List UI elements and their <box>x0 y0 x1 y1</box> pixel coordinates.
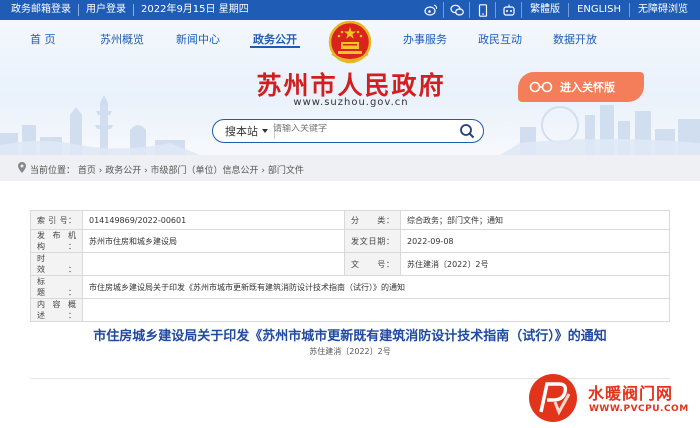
category-label: 分 类： <box>344 210 401 230</box>
document-title: 市住房城乡建设局关于印发《苏州市城市更新既有建筑消防设计技术指南（试行）》的通知 <box>93 329 607 344</box>
national-emblem-icon <box>328 20 372 64</box>
nav-services[interactable]: 办事服务 <box>403 31 447 47</box>
breadcrumb-label: 当前位置： <box>30 166 76 176</box>
breadcrumb-path[interactable]: 首页 › 政务公开 › 市级部门（单位）信息公开 › 部门文件 <box>78 166 304 176</box>
wechat-icon[interactable] <box>444 2 471 18</box>
validity-label: 时 效： <box>30 252 83 276</box>
site-url: www.suzhou.gov.cn <box>293 97 409 108</box>
title-value: 市住房城乡建设局关于印发《苏州市城市更新既有建筑消防设计技术指南（试行）》的通知 <box>82 275 670 299</box>
publisher-label: 发布机构： <box>30 229 83 253</box>
nav-news-center[interactable]: 新闻中心 <box>176 31 220 47</box>
nav-active-indicator <box>250 46 300 48</box>
glasses-icon <box>529 81 553 93</box>
weibo-icon[interactable] <box>418 2 445 18</box>
search-icon[interactable] <box>459 123 475 139</box>
summary-value <box>82 298 670 322</box>
document-number-value: 苏住建消〔2022〕2号 <box>400 252 670 276</box>
table-row: 发布机构： 苏州市住房和城乡建设局 发文日期： 2022-09-08 <box>30 229 670 253</box>
site-search: 搜本站 <box>212 119 484 143</box>
issue-date-value: 2022-09-08 <box>400 229 670 253</box>
elder-care-mode-button[interactable]: 进入关怀版 <box>518 72 644 102</box>
site-header: 首 页 苏州概览 新闻中心 政务公开 办事服务 政民互动 数据开放 苏州市人民政… <box>0 20 700 155</box>
publisher-value: 苏州市住房和城乡建设局 <box>82 229 345 253</box>
document-number-label: 文 号： <box>344 252 401 276</box>
robot-icon[interactable] <box>496 2 523 18</box>
watermark-text: 水暖阀门网 <box>588 384 674 403</box>
breadcrumb: 当前位置： 首页 › 政务公开 › 市级部门（单位）信息公开 › 部门文件 <box>0 155 700 181</box>
user-login-link[interactable]: 用户登录 <box>79 4 134 16</box>
elder-care-mode-label: 进入关怀版 <box>560 81 615 94</box>
document-number: 苏住建消〔2022〕2号 <box>309 347 391 356</box>
nav-home[interactable]: 首 页 <box>30 31 56 47</box>
english-link[interactable]: ENGLISH <box>569 3 630 17</box>
issue-date-label: 发文日期： <box>344 229 401 253</box>
top-bar: 政务邮箱登录 用户登录 2022年9月15日 星期四 繁體版 ENGLISH 无… <box>0 0 700 20</box>
category-value: 综合政务；部门文件；通知 <box>400 210 670 230</box>
title-label: 标 题： <box>30 275 83 299</box>
accessibility-link[interactable]: 无障碍浏览 <box>630 3 696 17</box>
index-number-value: 014149869/2022-00601 <box>82 210 345 230</box>
current-date: 2022年9月15日 星期四 <box>141 4 249 15</box>
search-input[interactable] <box>273 124 443 134</box>
caret-down-icon <box>262 128 268 133</box>
nav-government-affairs[interactable]: 政务公开 <box>253 31 297 47</box>
nav-open-data[interactable]: 数据开放 <box>553 31 597 47</box>
summary-label: 内容概述： <box>30 298 83 322</box>
mobile-icon[interactable] <box>470 2 497 18</box>
table-row: 标 题： 市住房城乡建设局关于印发《苏州市城市更新既有建筑消防设计技术指南（试行… <box>30 275 670 299</box>
watermark-url: WWW.PVCPU.COM <box>589 404 689 414</box>
nav-interaction[interactable]: 政民互动 <box>478 31 522 47</box>
table-row: 索 引 号： 014149869/2022-00601 分 类： 综合政务；部门… <box>30 210 670 230</box>
traditional-chinese-link[interactable]: 繁體版 <box>522 3 570 17</box>
table-row: 内容概述： <box>30 298 670 322</box>
index-number-label: 索 引 号： <box>30 210 83 230</box>
gov-mail-login-link[interactable]: 政务邮箱登录 <box>4 4 79 16</box>
document-info-table: 索 引 号： 014149869/2022-00601 分 类： 综合政务；部门… <box>30 210 670 322</box>
nav-suzhou-overview[interactable]: 苏州概览 <box>100 31 144 47</box>
search-scope-select[interactable]: 搜本站 <box>219 123 275 139</box>
search-scope-value: 搜本站 <box>225 125 258 138</box>
table-row: 时 效： 文 号： 苏住建消〔2022〕2号 <box>30 252 670 276</box>
location-pin-icon <box>18 162 26 173</box>
watermark-logo-icon <box>529 374 577 422</box>
validity-value <box>82 252 345 276</box>
